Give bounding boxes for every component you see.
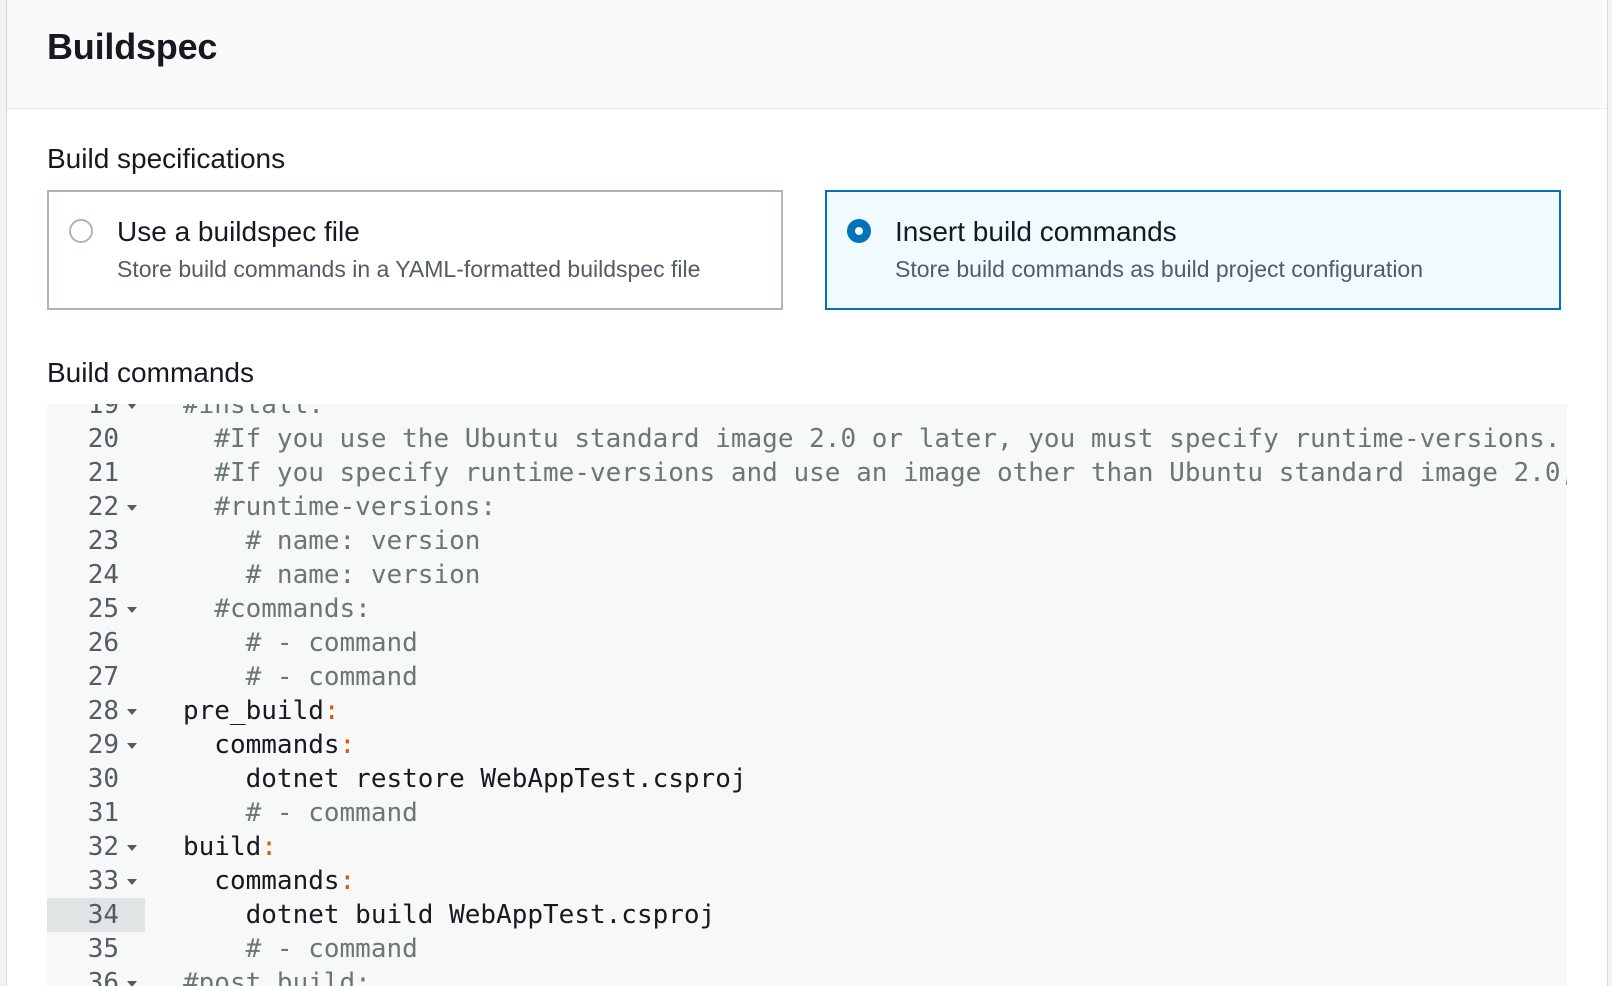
fold-arrow-icon[interactable]	[127, 981, 137, 986]
yaml-colon: :	[261, 832, 277, 862]
code-line[interactable]: 34 dotnet build WebAppTest.csproj	[47, 898, 1567, 932]
line-number: 31	[87, 798, 119, 828]
option-description: Store build commands in a YAML-formatted…	[117, 256, 701, 282]
code-text: #install:	[183, 404, 324, 420]
code-text: #runtime-versions:	[183, 492, 497, 522]
line-number: 36	[87, 968, 119, 986]
panel-title: Buildspec	[47, 26, 218, 67]
line-gutter: 22	[47, 490, 145, 524]
line-number: 28	[87, 696, 119, 726]
code-text: #post_build:	[183, 968, 371, 986]
code-line[interactable]: 27 # - command	[47, 660, 1567, 694]
code-line[interactable]: 32 build:	[47, 830, 1567, 864]
line-number: 23	[87, 526, 119, 556]
code-line[interactable]: 20 #If you use the Ubuntu standard image…	[47, 422, 1567, 456]
code-line[interactable]: 36 #post_build:	[47, 966, 1567, 986]
code-text: # - command	[183, 798, 418, 828]
line-number: 34	[87, 900, 119, 930]
fold-arrow-icon[interactable]	[127, 879, 137, 885]
radio-button-unselected[interactable]	[69, 219, 93, 243]
fold-arrow-icon[interactable]	[127, 505, 137, 511]
code-text: # - command	[183, 662, 418, 692]
fold-arrow-icon[interactable]	[127, 404, 137, 409]
option-title: Use a buildspec file	[117, 216, 360, 247]
line-gutter: 33	[47, 864, 145, 898]
code-line[interactable]: 33 commands:	[47, 864, 1567, 898]
code-line[interactable]: 28 pre_build:	[47, 694, 1567, 728]
code-line[interactable]: 19 #install:	[47, 404, 1567, 422]
line-gutter: 21	[47, 456, 145, 490]
line-number: 27	[87, 662, 119, 692]
editor-lines: 19 #install: 20 #If you use the Ubuntu sta…	[47, 404, 1567, 986]
panel-header: Buildspec	[7, 0, 1607, 109]
line-gutter: 32	[47, 830, 145, 864]
line-gutter: 20	[47, 422, 145, 456]
code-line[interactable]: 30 dotnet restore WebAppTest.csproj	[47, 762, 1567, 796]
buildspec-panel: Buildspec Build specifications Use a bui…	[6, 0, 1608, 986]
code-line[interactable]: 21 #If you specify runtime-versions and …	[47, 456, 1567, 490]
code-line[interactable]: 26 # - command	[47, 626, 1567, 660]
build-commands-label: Build commands	[47, 357, 254, 388]
line-gutter: 19	[47, 404, 145, 422]
build-specifications-label: Build specifications	[47, 143, 286, 174]
line-gutter: 24	[47, 558, 145, 592]
code-line[interactable]: 22 #runtime-versions:	[47, 490, 1567, 524]
line-number: 21	[87, 458, 119, 488]
line-number: 25	[87, 594, 119, 624]
code-line[interactable]: 29 commands:	[47, 728, 1567, 762]
code-text: # - command	[183, 934, 418, 964]
line-gutter: 35	[47, 932, 145, 966]
code-line[interactable]: 24 # name: version	[47, 558, 1567, 592]
code-line[interactable]: 31 # - command	[47, 796, 1567, 830]
fold-arrow-icon[interactable]	[127, 845, 137, 851]
fold-arrow-icon[interactable]	[127, 743, 137, 749]
code-line[interactable]: 25 #commands:	[47, 592, 1567, 626]
code-text: dotnet build WebAppTest.csproj	[183, 900, 716, 930]
yaml-colon: :	[339, 730, 356, 760]
line-number: 19	[87, 404, 119, 420]
yaml-colon: :	[323, 696, 340, 726]
code-text: # name: version	[183, 526, 481, 556]
code-text: dotnet restore WebAppTest.csproj	[183, 764, 747, 794]
line-number: 20	[87, 424, 119, 454]
line-number: 35	[87, 934, 119, 964]
line-gutter: 26	[47, 626, 145, 660]
line-gutter: 28	[47, 694, 145, 728]
line-gutter: 34	[47, 898, 145, 932]
option-description: Store build commands as build project co…	[895, 256, 1424, 282]
fold-arrow-icon[interactable]	[127, 709, 137, 715]
line-number: 32	[87, 832, 119, 862]
line-gutter: 27	[47, 660, 145, 694]
code-line[interactable]: 35 # - command	[47, 932, 1567, 966]
code-text: commands:	[183, 866, 356, 896]
line-gutter: 30	[47, 762, 145, 796]
line-number: 33	[87, 866, 119, 896]
yaml-colon: :	[339, 866, 356, 896]
line-gutter: 29	[47, 728, 145, 762]
build-commands-editor[interactable]: 19 #install: 20 #If you use the Ubuntu sta…	[47, 404, 1567, 986]
code-text: pre_build:	[183, 696, 340, 726]
option-title: Insert build commands	[895, 216, 1177, 247]
code-line[interactable]: 23 # name: version	[47, 524, 1567, 558]
line-number: 22	[87, 492, 119, 522]
use-buildspec-file-option[interactable]: Use a buildspec file Store build command…	[47, 190, 783, 310]
line-number: 26	[87, 628, 119, 658]
line-number: 24	[87, 560, 119, 590]
code-text: #commands:	[183, 594, 371, 624]
line-number: 30	[87, 764, 119, 794]
code-text: commands:	[183, 730, 356, 760]
code-text: #If you specify runtime-versions and use…	[183, 458, 1567, 488]
line-gutter: 36	[47, 966, 145, 986]
code-text: #If you use the Ubuntu standard image 2.…	[183, 424, 1561, 454]
code-text: build:	[183, 832, 277, 862]
line-gutter: 25	[47, 592, 145, 626]
line-number: 29	[87, 730, 119, 760]
code-text: # name: version	[183, 560, 481, 590]
line-gutter: 23	[47, 524, 145, 558]
radio-button-selected[interactable]	[847, 219, 871, 243]
insert-build-commands-option[interactable]: Insert build commands Store build comman…	[825, 190, 1561, 310]
code-text: # - command	[183, 628, 418, 658]
fold-arrow-icon[interactable]	[127, 607, 137, 613]
line-gutter: 31	[47, 796, 145, 830]
